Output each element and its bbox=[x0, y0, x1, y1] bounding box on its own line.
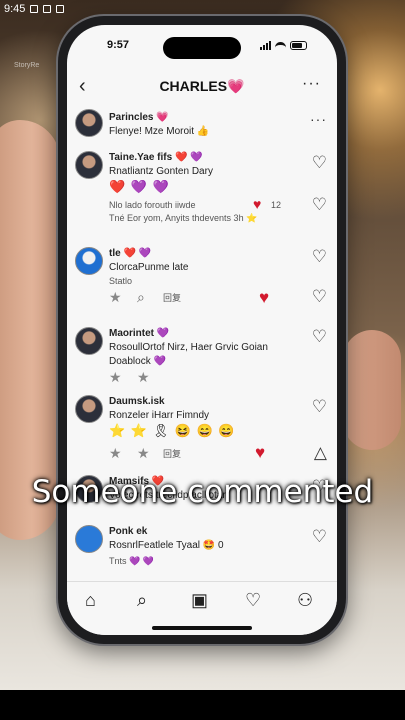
comment-text: Ronzeler iHarr Fimndy bbox=[109, 410, 210, 421]
avatar[interactable] bbox=[75, 151, 103, 179]
search-icon[interactable]: ⌕ bbox=[137, 289, 145, 306]
search-icon[interactable]: ⌕ bbox=[137, 590, 147, 611]
like-heart-icon[interactable]: ♡ bbox=[312, 195, 327, 215]
profile-icon[interactable]: ⚇ bbox=[297, 590, 313, 611]
wifi-icon bbox=[275, 42, 286, 50]
back-icon[interactable]: ‹ bbox=[79, 75, 86, 98]
home-indicator bbox=[152, 626, 252, 630]
bottom-black-bar bbox=[0, 690, 405, 720]
comment-text: Nlo lado forouth iiwde bbox=[109, 200, 196, 210]
reply-button[interactable]: 回复 bbox=[163, 448, 181, 461]
title-heart-icon: 💗 bbox=[227, 77, 245, 94]
like-heart-icon[interactable]: ♡ bbox=[312, 397, 327, 417]
image-icon bbox=[43, 5, 52, 13]
liked-heart-icon[interactable]: ♥ bbox=[255, 443, 265, 463]
app-icon bbox=[56, 5, 65, 13]
comment-text: Statlo bbox=[109, 276, 133, 286]
avatar[interactable] bbox=[75, 395, 103, 423]
bottom-nav: ⌂ ⌕ ▣ ♡ ⚇ bbox=[67, 581, 337, 635]
like-count: 12 bbox=[271, 200, 282, 210]
reaction-emojis: ⭐ ⭐ 🎗 😆 😄 😄 bbox=[109, 423, 236, 438]
chat-header: ‹ CHARLES💗 ··· bbox=[67, 71, 337, 101]
comment-author[interactable]: Taine.Yae fifs ❤️ 💜 bbox=[109, 151, 203, 164]
watermark: StoryRe bbox=[14, 62, 40, 69]
phone-status-bar: 9:57 bbox=[67, 39, 337, 57]
signal-icon bbox=[260, 41, 271, 50]
reaction-emojis: ❤️ 💜 💜 bbox=[109, 179, 170, 194]
reels-icon[interactable]: ▣ bbox=[191, 590, 208, 611]
phone-time: 9:57 bbox=[107, 39, 130, 51]
reply-button[interactable]: 回复 bbox=[163, 292, 181, 305]
like-heart-icon[interactable]: ♡ bbox=[312, 247, 327, 267]
comment-text: RosoullOrtof Nirz, Haer Grvic Goian bbox=[109, 342, 268, 353]
share-icon[interactable]: △ bbox=[314, 443, 327, 463]
comment-text: ClorcaPunme late bbox=[109, 262, 189, 273]
activity-heart-icon[interactable]: ♡ bbox=[245, 590, 261, 611]
avatar[interactable] bbox=[75, 247, 103, 275]
star-icon[interactable]: ★ bbox=[109, 289, 122, 306]
home-icon[interactable]: ⌂ bbox=[85, 590, 96, 611]
like-heart-icon[interactable]: ♡ bbox=[312, 153, 327, 173]
phone-screen: 9:57 ‹ CHARLES💗 ··· Parincles 💗 Flenye! … bbox=[67, 25, 337, 635]
like-heart-icon[interactable]: ♡ bbox=[312, 327, 327, 347]
star-icon[interactable]: ★ bbox=[137, 369, 150, 386]
comment-text: Tnts 💜 💜 bbox=[109, 556, 154, 566]
comment-text: RosnrlFeatlele Tyaal 🤩 0 bbox=[109, 540, 224, 551]
comment-text: Flenye! Mze Moroit 👍 bbox=[109, 126, 210, 137]
star-icon[interactable]: ★ bbox=[109, 445, 122, 462]
right-hand bbox=[343, 330, 401, 450]
liked-heart-icon[interactable]: ♥ bbox=[253, 196, 261, 212]
comment-text: Doablock 💜 bbox=[109, 356, 166, 367]
comment-more-icon[interactable]: ··· bbox=[310, 111, 327, 127]
comment-author[interactable]: tle ❤️ 💜 bbox=[109, 247, 151, 260]
more-options-icon[interactable]: ··· bbox=[302, 75, 321, 93]
comment-author[interactable]: Parincles 💗 bbox=[109, 111, 169, 124]
avatar[interactable] bbox=[75, 327, 103, 355]
title-text: CHARLES bbox=[159, 77, 228, 94]
comment-author[interactable]: Maorintet 💜 bbox=[109, 327, 169, 340]
comment-author[interactable]: Ponk ek bbox=[109, 525, 147, 538]
avatar[interactable] bbox=[75, 109, 103, 137]
comment-text: Rnatliantz Gonten Dary bbox=[109, 166, 213, 177]
phone-frame: 9:57 ‹ CHARLES💗 ··· Parincles 💗 Flenye! … bbox=[58, 16, 346, 644]
system-time: 9:45 bbox=[4, 3, 26, 15]
star-icon[interactable]: ★ bbox=[109, 369, 122, 386]
star-icon[interactable]: ★ bbox=[137, 445, 150, 462]
notification-icon bbox=[30, 5, 39, 13]
comment-text: Tné Eor yom, Anyits thdevents 3h ⭐ bbox=[109, 213, 258, 223]
like-heart-icon[interactable]: ♡ bbox=[312, 527, 327, 547]
page-title: CHARLES💗 bbox=[159, 78, 244, 95]
battery-icon bbox=[290, 41, 307, 50]
liked-heart-icon[interactable]: ♥ bbox=[259, 288, 269, 308]
avatar[interactable] bbox=[75, 525, 103, 553]
like-heart-icon[interactable]: ♡ bbox=[312, 287, 327, 307]
comment-author[interactable]: Daumsk.isk bbox=[109, 395, 165, 408]
video-caption: Someone commented bbox=[31, 474, 374, 510]
